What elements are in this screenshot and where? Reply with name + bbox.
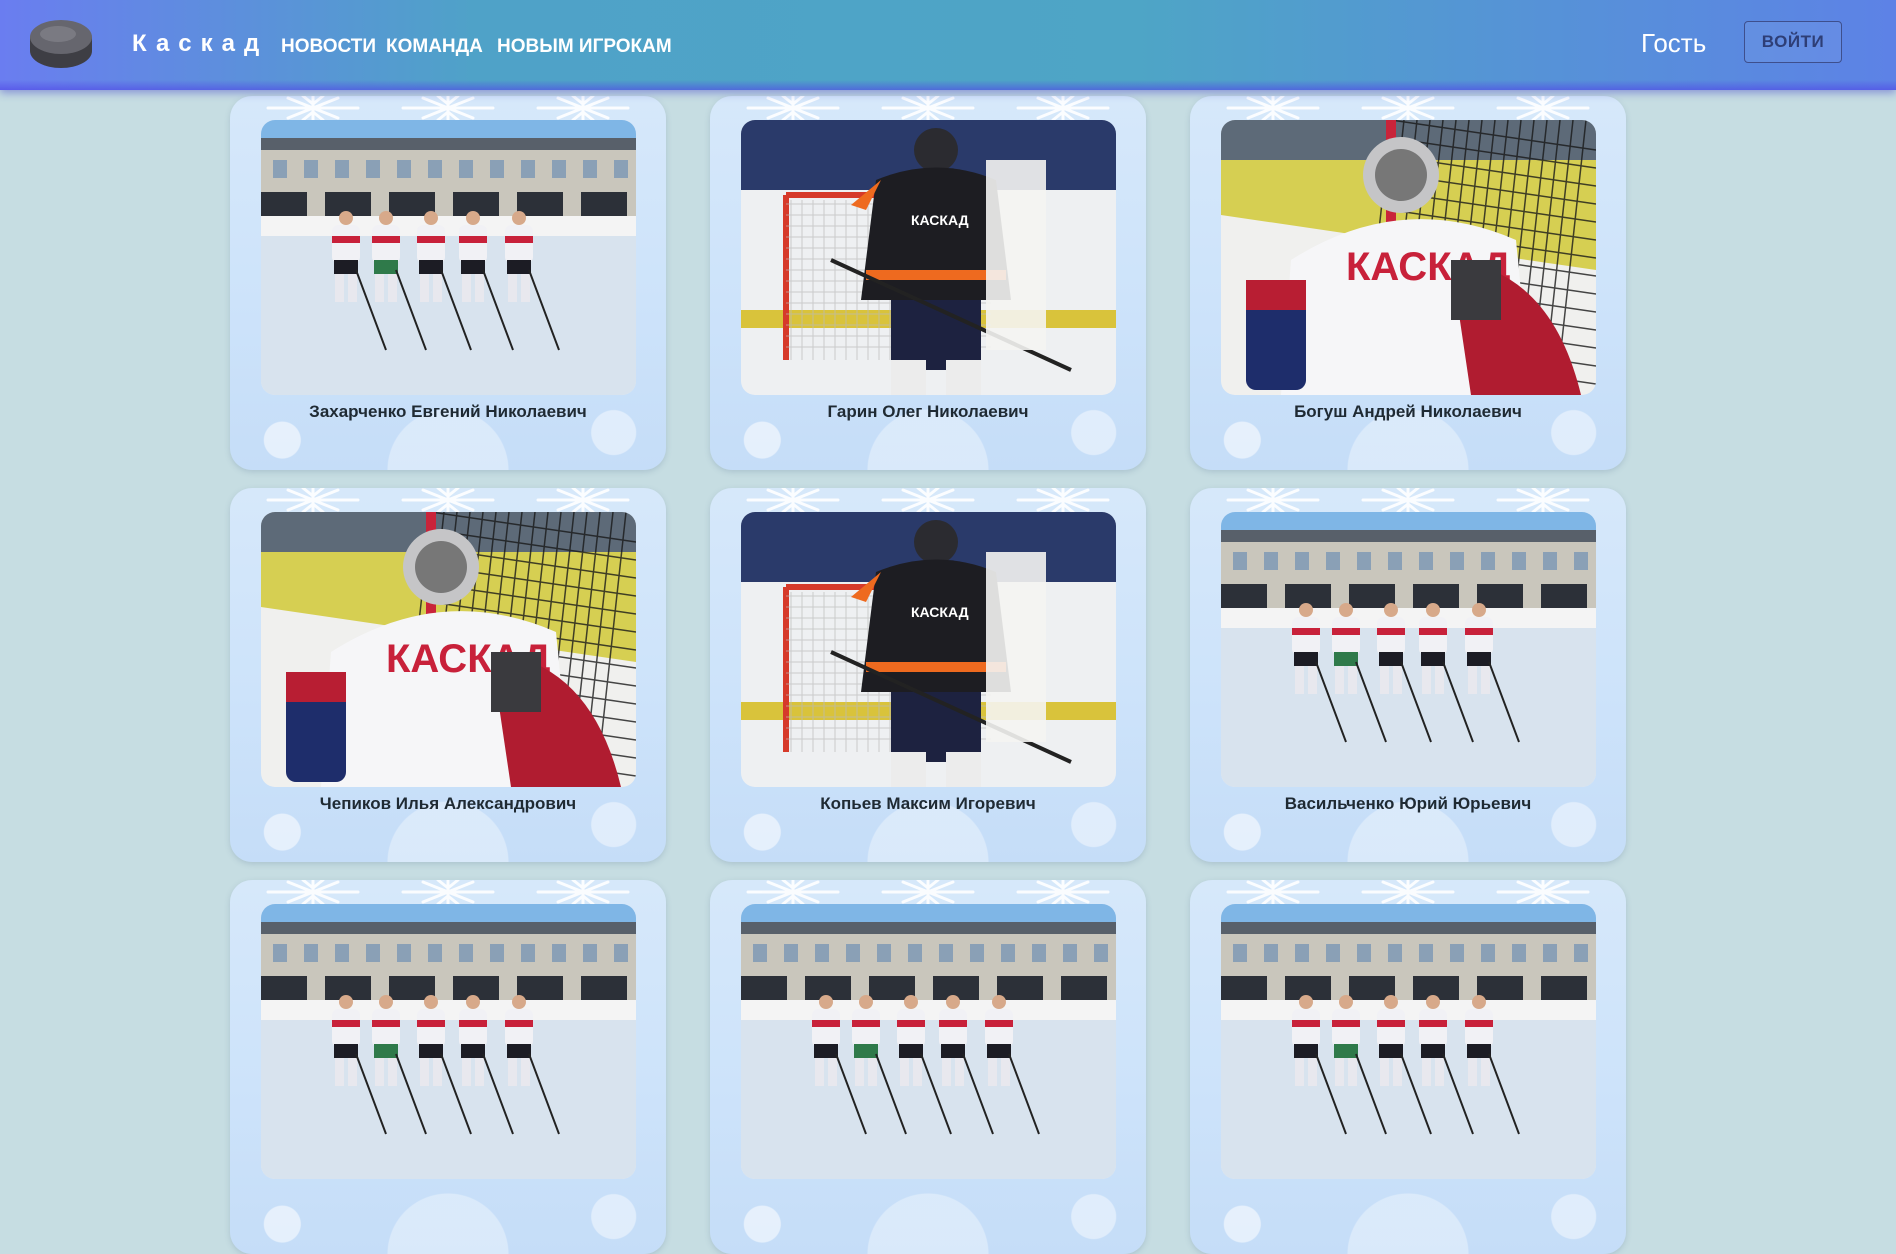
player-photo[interactable] [741,904,1116,1179]
guest-label: Гость [1641,28,1707,58]
player-name[interactable]: Васильченко Юрий Юрьевич [1190,794,1626,814]
nav-new-players[interactable]: НОВЫМ ИГРОКАМ [497,36,672,58]
player-card[interactable]: Захарченко Евгений Николаевич [230,96,666,470]
snowflake-decoration-icon [1016,880,1110,906]
hockey-puck-logo-icon[interactable] [28,17,94,71]
snowflake-decoration-icon [401,880,495,906]
snowflake-decoration-icon [1496,96,1590,122]
snowflake-decoration-icon [1226,96,1320,122]
player-name[interactable]: Захарченко Евгений Николаевич [230,402,666,422]
player-name[interactable]: Гарин Олег Николаевич [710,402,1146,422]
snowflake-decoration-icon [746,880,840,906]
player-card[interactable] [230,880,666,1254]
snowflake-decoration-icon [536,488,630,514]
player-photo[interactable] [261,120,636,395]
svg-text:КАСКАД: КАСКАД [911,604,969,620]
snowflake-decoration-icon [1016,488,1110,514]
snowflake-decoration-icon [881,880,975,906]
player-card[interactable] [710,880,1146,1254]
snowflake-decoration-icon [1361,488,1455,514]
player-card[interactable]: КАСКАД Богуш Андрей Николаевич [1190,96,1626,470]
player-photo[interactable] [261,904,636,1179]
player-name[interactable]: Копьев Максим Игоревич [710,794,1146,814]
player-card[interactable]: КАСКАД Чепиков Илья Александрович [230,488,666,862]
player-photo[interactable]: КАСКАД [261,512,636,787]
nav-news[interactable]: НОВОСТИ [281,36,376,58]
player-photo[interactable]: КАСКАД [1221,120,1596,395]
nav-team[interactable]: КОМАНДА [386,36,483,58]
snowflake-decoration-icon [401,488,495,514]
player-card[interactable]: КАСКАД Копьев Максим Игоревич [710,488,1146,862]
player-card[interactable]: КАСКАД Гарин Олег Николаевич [710,96,1146,470]
top-navbar: Каскад НОВОСТИ КОМАНДА НОВЫМ ИГРОКАМ Гос… [0,0,1896,90]
player-photo[interactable] [1221,904,1596,1179]
snowflake-decoration-icon [746,96,840,122]
snowflake-decoration-icon [746,488,840,514]
snowflake-decoration-icon [1361,96,1455,122]
brand-title[interactable]: Каскад [132,30,268,58]
snowflake-decoration-icon [266,880,360,906]
snowflake-decoration-icon [1496,488,1590,514]
player-name[interactable]: Богуш Андрей Николаевич [1190,402,1626,422]
svg-text:КАСКАД: КАСКАД [911,212,969,228]
snowflake-decoration-icon [1496,880,1590,906]
snowflake-decoration-icon [266,488,360,514]
snowflake-decoration-icon [536,96,630,122]
snowflake-decoration-icon [1361,880,1455,906]
player-photo[interactable]: КАСКАД [741,120,1116,395]
snowflake-decoration-icon [401,96,495,122]
player-name[interactable]: Чепиков Илья Александрович [230,794,666,814]
snowflake-decoration-icon [881,488,975,514]
snowflake-decoration-icon [881,96,975,122]
snowflake-decoration-icon [266,96,360,122]
player-photo[interactable]: КАСКАД [741,512,1116,787]
player-card[interactable] [1190,880,1626,1254]
snowflake-decoration-icon [1016,96,1110,122]
player-card[interactable]: Васильченко Юрий Юрьевич [1190,488,1626,862]
login-button[interactable]: ВОЙТИ [1744,21,1842,63]
snowflake-decoration-icon [536,880,630,906]
player-photo[interactable] [1221,512,1596,787]
snowflake-decoration-icon [1226,880,1320,906]
snowflake-decoration-icon [1226,488,1320,514]
